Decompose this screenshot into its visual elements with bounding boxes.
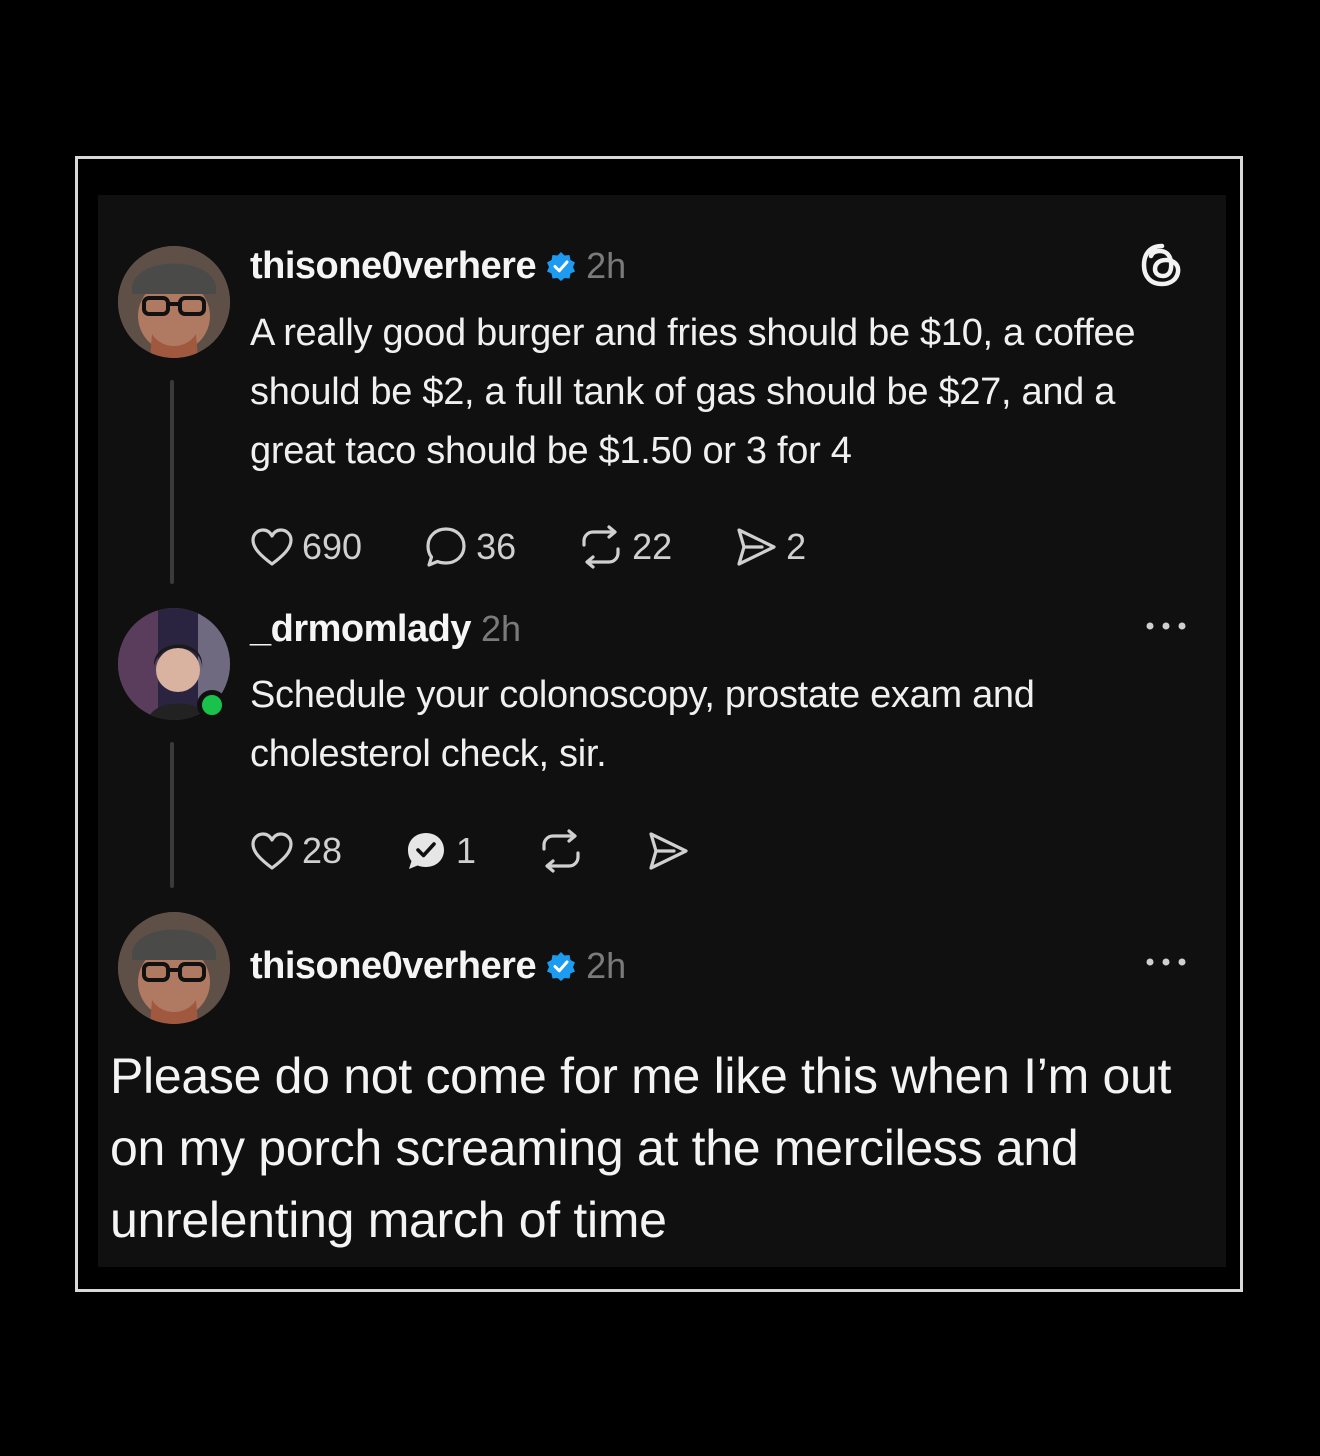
reply-button[interactable]: 36: [424, 525, 516, 569]
reply-button[interactable]: 1: [404, 829, 476, 873]
post-header: thisone0verhere 2h: [250, 240, 626, 292]
heart-icon: [251, 832, 293, 870]
heart-icon: [251, 528, 293, 566]
post-time: 2h: [480, 608, 522, 649]
post-body: A really good burger and fries should be…: [250, 312, 1136, 472]
online-status-indicator: [197, 690, 227, 720]
reply-body: Please do not come for me like this when…: [110, 1048, 1172, 1248]
username[interactable]: thisone0verhere: [250, 245, 537, 288]
avatar[interactable]: [118, 912, 230, 1024]
username[interactable]: thisone0verhere: [250, 945, 537, 988]
more-dots-icon[interactable]: [1144, 620, 1188, 632]
avatar[interactable]: [118, 246, 230, 358]
like-button[interactable]: 28: [250, 830, 342, 872]
post-body: Schedule your colonoscopy, prostate exam…: [250, 674, 1035, 775]
thread-connector-line: [170, 742, 174, 888]
share-button[interactable]: [646, 829, 690, 873]
speech-bubble-icon: [426, 527, 466, 567]
more-dots-icon[interactable]: [1144, 956, 1188, 968]
thread-connector-line: [170, 380, 174, 584]
like-count: 690: [302, 526, 363, 567]
send-icon: [737, 528, 776, 566]
like-count: 28: [302, 830, 343, 871]
reply-count: 36: [476, 526, 517, 567]
reply-count: 1: [456, 830, 477, 871]
post-time: 2h: [586, 245, 627, 286]
repost-button[interactable]: [538, 829, 584, 873]
username[interactable]: _drmomlady: [250, 608, 471, 651]
post-time: 2h: [586, 945, 627, 986]
like-button[interactable]: 690: [250, 526, 362, 568]
repost-icon: [582, 525, 620, 569]
post-header: _drmomlady 2h: [250, 604, 521, 654]
post-header: thisone0verhere 2h: [250, 940, 626, 992]
speech-bubble-filled-icon: [408, 833, 445, 869]
repost-button[interactable]: 22: [578, 525, 672, 569]
repost-icon: [542, 829, 580, 873]
verified-badge-icon: [547, 252, 576, 281]
repost-count: 22: [632, 526, 673, 567]
share-count: 2: [786, 526, 807, 567]
send-icon: [649, 832, 688, 870]
threads-logo-icon: [1141, 243, 1181, 287]
share-button[interactable]: 2: [734, 525, 806, 569]
post-actions: 690 36 22 2: [250, 522, 806, 572]
verified-badge-icon: [547, 952, 576, 981]
post-actions: 28 1: [250, 826, 690, 876]
